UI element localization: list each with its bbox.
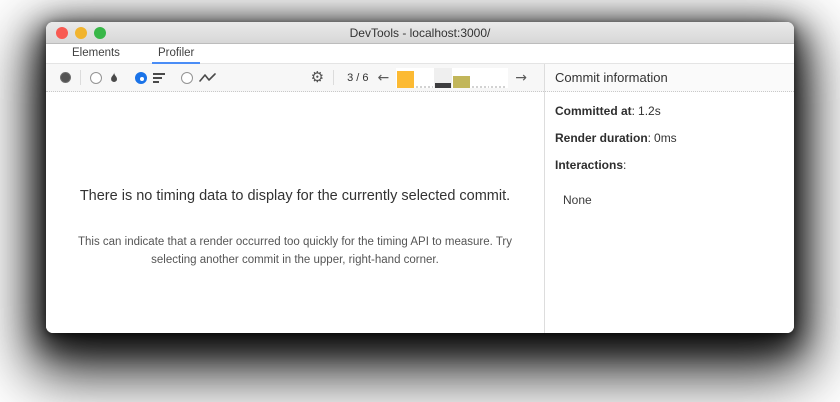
profiler-main-area: There is no timing data to display for t… [46,92,544,333]
no-data-description: This can indicate that a render occurred… [77,236,512,266]
label-separator: : [631,104,636,118]
title-bar[interactable]: DevTools - localhost:3000/ [46,22,794,44]
interactions-radio [181,71,193,84]
label-separator: : [623,158,627,172]
commit-bar[interactable] [433,67,453,88]
commit-bar[interactable] [490,68,509,88]
toolbar-separator [333,70,335,85]
commit-position-label: 3 / 6 [347,71,369,84]
interactions-icon [199,72,216,82]
flame-icon [111,71,117,82]
chart-mode-ranked[interactable] [135,71,166,84]
tab-elements[interactable]: Elements [66,44,126,64]
chart-mode-interactions[interactable] [181,71,216,84]
interactions-none-label: None [563,193,592,207]
commit-bar[interactable] [452,68,471,88]
no-data-title: There is no timing data to display for t… [79,188,511,204]
ranked-radio [135,71,147,84]
render-duration-label: Render duration [555,131,648,145]
commit-bar[interactable] [415,68,434,88]
gear-icon[interactable]: ⚙ [311,70,324,85]
next-commit-button[interactable]: → [510,71,532,85]
commit-info-header: Commit information [545,64,794,92]
content-area: ⚙ 3 / 6 ← → There is no timing data to d… [46,64,794,333]
render-duration-row: Render duration: 0ms [555,131,784,145]
label-separator: : [647,131,652,145]
tab-profiler[interactable]: Profiler [151,44,201,64]
interactions-label: Interactions [555,158,624,172]
toolbar-separator [80,70,81,85]
ranked-chart-icon [153,72,165,83]
render-duration-value: 0ms [654,131,677,145]
previous-commit-button[interactable]: ← [373,71,395,85]
committed-at-row: Committed at: 1.2s [555,104,784,118]
commit-info-panel: Commit information Committed at: 1.2s Ren… [544,64,794,333]
flamegraph-radio [90,71,102,84]
interactions-row: Interactions: [555,158,784,172]
committed-at-value: 1.2s [638,104,661,118]
window-title: DevTools - localhost:3000/ [349,26,491,40]
commit-bar[interactable] [471,68,490,88]
devtools-window: DevTools - localhost:3000/ Elements Prof… [46,22,794,333]
chart-mode-flamegraph[interactable] [90,71,120,84]
commit-bar[interactable] [396,68,415,88]
commit-info-body: Committed at: 1.2s Render duration: 0ms In… [545,92,794,219]
profiler-toolbar: ⚙ 3 / 6 ← → [46,64,544,92]
committed-at-label: Committed at [555,104,632,118]
devtools-tab-bar: Elements Profiler [46,44,794,64]
profiler-left-pane: ⚙ 3 / 6 ← → There is no timing data to d… [46,64,544,333]
record-icon[interactable] [60,72,71,83]
commit-selector-chart[interactable] [396,67,509,88]
